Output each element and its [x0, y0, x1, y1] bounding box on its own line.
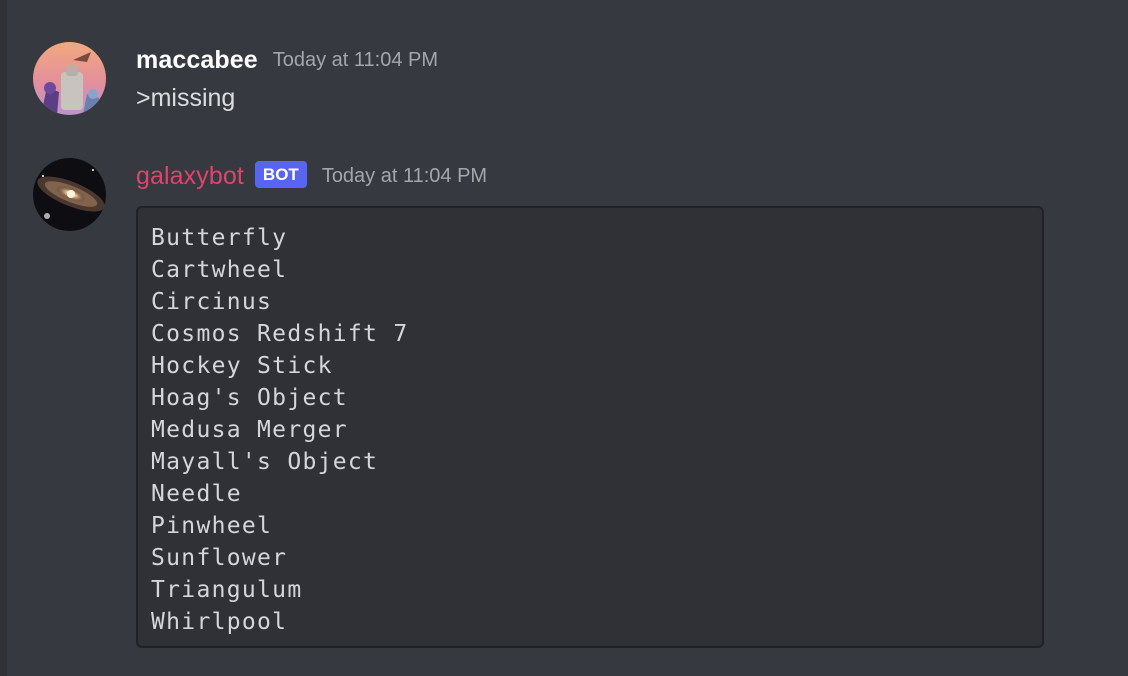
message-text: >missing — [136, 84, 236, 112]
code-block[interactable]: Butterfly Cartwheel Circinus Cosmos Reds… — [136, 206, 1044, 648]
code-line: Hoag's Object — [151, 385, 348, 411]
message-header: maccabee Today at 11:04 PM — [136, 40, 1128, 80]
code-line: Hockey Stick — [151, 353, 333, 379]
code-line: Circinus — [151, 289, 273, 315]
code-line: Triangulum — [151, 577, 303, 603]
code-line: Sunflower — [151, 545, 288, 571]
message-content: maccabee Today at 11:04 PM >missing — [136, 40, 1128, 116]
code-line: Pinwheel — [151, 513, 273, 539]
code-line: Cosmos Redshift 7 — [151, 321, 409, 347]
username[interactable]: maccabee — [136, 46, 258, 75]
bot-tag-badge: BOT — [254, 160, 307, 188]
username[interactable]: galaxybot — [136, 162, 244, 191]
timestamp[interactable]: Today at 11:04 PM — [322, 165, 487, 188]
message-header: galaxybot BOT Today at 11:04 PM — [136, 156, 1128, 196]
user-avatar-galaxybot[interactable] — [33, 158, 106, 231]
code-line: Cartwheel — [151, 257, 288, 283]
code-line: Needle — [151, 481, 242, 507]
code-line: Butterfly — [151, 225, 288, 251]
code-line: Medusa Merger — [151, 417, 348, 443]
chat-window: maccabee Today at 11:04 PM >missing gala… — [0, 0, 1128, 676]
code-line: Whirlpool — [151, 609, 288, 635]
user-avatar-maccabee[interactable] — [33, 42, 106, 115]
timestamp[interactable]: Today at 11:04 PM — [273, 49, 438, 72]
code-line: Mayall's Object — [151, 449, 379, 475]
chat-left-edge — [0, 0, 7, 676]
message-content: galaxybot BOT Today at 11:04 PM Butterfl… — [136, 156, 1128, 648]
